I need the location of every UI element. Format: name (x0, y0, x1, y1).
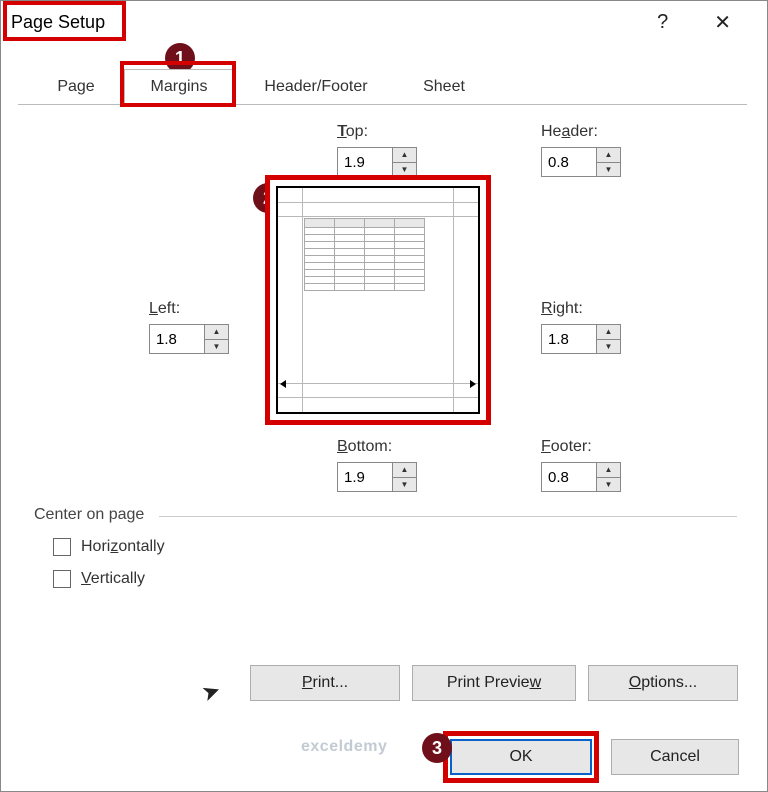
checkbox-vertically[interactable]: Vertically (53, 570, 145, 588)
input-left[interactable] (150, 325, 204, 353)
label-header: Header: (541, 123, 598, 141)
guide-bottom (278, 383, 478, 384)
input-bottom[interactable] (338, 463, 392, 491)
label-left: Left: (149, 300, 180, 318)
input-right[interactable] (542, 325, 596, 353)
spin-up-icon[interactable]: ▲ (205, 325, 228, 340)
print-button[interactable]: Print... (250, 665, 400, 701)
checkbox-box-icon (53, 570, 71, 588)
spin-down-icon[interactable]: ▼ (205, 340, 228, 354)
label-bottom: Bottom: (337, 438, 392, 456)
spin-down-icon[interactable]: ▼ (597, 478, 620, 492)
spin-up-icon[interactable]: ▲ (393, 148, 416, 163)
ok-button[interactable]: OK (450, 739, 592, 775)
label-top: TTop: (337, 123, 368, 141)
titlebar: Page Setup ? ✕ (1, 1, 767, 43)
annotation-callout-3: 3 (422, 733, 452, 763)
spinner-footer[interactable]: ▲ ▼ (541, 462, 621, 492)
print-button-label: Print... (302, 674, 348, 692)
cancel-button[interactable]: Cancel (611, 739, 739, 775)
label-top-text: Top: (338, 123, 368, 140)
client-area: Page Margins Header/Footer Sheet 1 2 TTo… (1, 43, 767, 791)
options-button-label: Options... (629, 674, 697, 692)
spin-buttons-left: ▲ ▼ (204, 325, 228, 353)
tab-page[interactable]: Page (28, 69, 124, 105)
watermark: exceldemy (301, 738, 387, 756)
spin-down-icon[interactable]: ▼ (393, 163, 416, 177)
spin-up-icon[interactable]: ▲ (597, 463, 620, 478)
triangle-left-icon (280, 380, 286, 388)
spin-buttons-bottom: ▲ ▼ (392, 463, 416, 491)
spin-buttons-footer: ▲ ▼ (596, 463, 620, 491)
spin-down-icon[interactable]: ▼ (597, 340, 620, 354)
input-footer[interactable] (542, 463, 596, 491)
spin-buttons-top: ▲ ▼ (392, 148, 416, 176)
triangle-right-icon (470, 380, 476, 388)
margin-preview (276, 186, 480, 414)
spin-up-icon[interactable]: ▲ (597, 325, 620, 340)
tab-margins[interactable]: Margins (124, 69, 234, 105)
page-setup-dialog: Page Setup ? ✕ Page Margins Header/Foote… (0, 0, 768, 792)
spin-up-icon[interactable]: ▲ (597, 148, 620, 163)
window-title: Page Setup (1, 8, 115, 37)
spin-buttons-header: ▲ ▼ (596, 148, 620, 176)
spinner-left[interactable]: ▲ ▼ (149, 324, 229, 354)
spinner-top[interactable]: ▲ ▼ (337, 147, 417, 177)
checkbox-box-icon (53, 538, 71, 556)
spinner-header[interactable]: ▲ ▼ (541, 147, 621, 177)
tab-sheet[interactable]: Sheet (398, 69, 490, 105)
help-button[interactable]: ? (649, 7, 676, 38)
input-top[interactable] (338, 148, 392, 176)
tab-header-footer[interactable]: Header/Footer (234, 69, 398, 105)
spinner-bottom[interactable]: ▲ ▼ (337, 462, 417, 492)
print-preview-button[interactable]: Print Preview (412, 665, 576, 701)
guide-footer (278, 397, 478, 398)
spin-up-icon[interactable]: ▲ (393, 463, 416, 478)
checkbox-horizontally[interactable]: Horizontally (53, 538, 165, 556)
spin-buttons-right: ▲ ▼ (596, 325, 620, 353)
label-right: Right: (541, 300, 583, 318)
preview-data-grid (304, 218, 424, 290)
close-button[interactable]: ✕ (706, 6, 739, 39)
annotation-preview-highlight (265, 175, 491, 425)
spin-down-icon[interactable]: ▼ (393, 478, 416, 492)
spin-down-icon[interactable]: ▼ (597, 163, 620, 177)
section-divider (159, 516, 737, 517)
cursor-arrow-icon: ➤ (198, 677, 224, 708)
guide-header (278, 202, 478, 203)
titlebar-buttons: ? ✕ (649, 6, 759, 39)
input-header[interactable] (542, 148, 596, 176)
tabs: Page Margins Header/Footer Sheet (18, 69, 747, 105)
options-button[interactable]: Options... (588, 665, 738, 701)
checkbox-vertically-label: Vertically (81, 570, 145, 588)
checkbox-horizontally-label: Horizontally (81, 538, 165, 556)
print-preview-button-label: Print Preview (447, 674, 541, 692)
section-center-on-page: Center on page (34, 506, 144, 524)
spinner-right[interactable]: ▲ ▼ (541, 324, 621, 354)
label-footer: Footer: (541, 438, 592, 456)
guide-right (453, 188, 454, 412)
